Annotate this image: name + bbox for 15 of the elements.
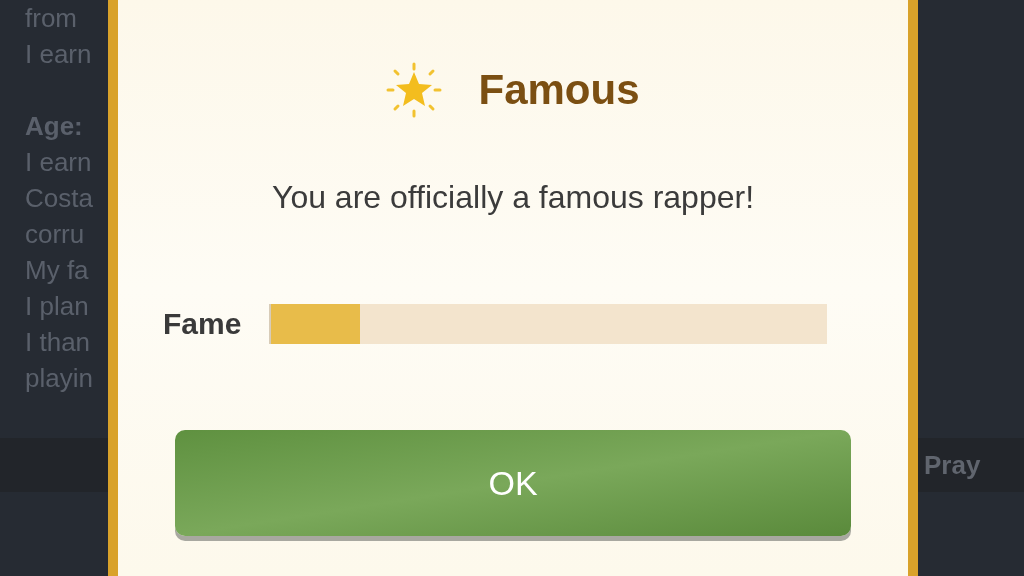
story-text: Costa [25, 182, 94, 215]
story-heading: Age: [25, 110, 84, 143]
story-text: I earn [25, 38, 93, 71]
story-text: I earn [25, 146, 93, 179]
story-text: I plan [25, 290, 90, 323]
meter-label: Fame [163, 306, 243, 342]
story-text: corru [25, 218, 86, 251]
story-text: My fa [25, 254, 90, 287]
story-text: playin [25, 362, 94, 395]
story-text: I than [25, 326, 92, 359]
pray-label: Pray [924, 448, 981, 482]
story-text: from [25, 2, 78, 35]
star-icon [386, 61, 443, 118]
dialog-title: Famous [478, 65, 640, 115]
dialog-message: You are officially a famous rapper! [271, 178, 755, 217]
